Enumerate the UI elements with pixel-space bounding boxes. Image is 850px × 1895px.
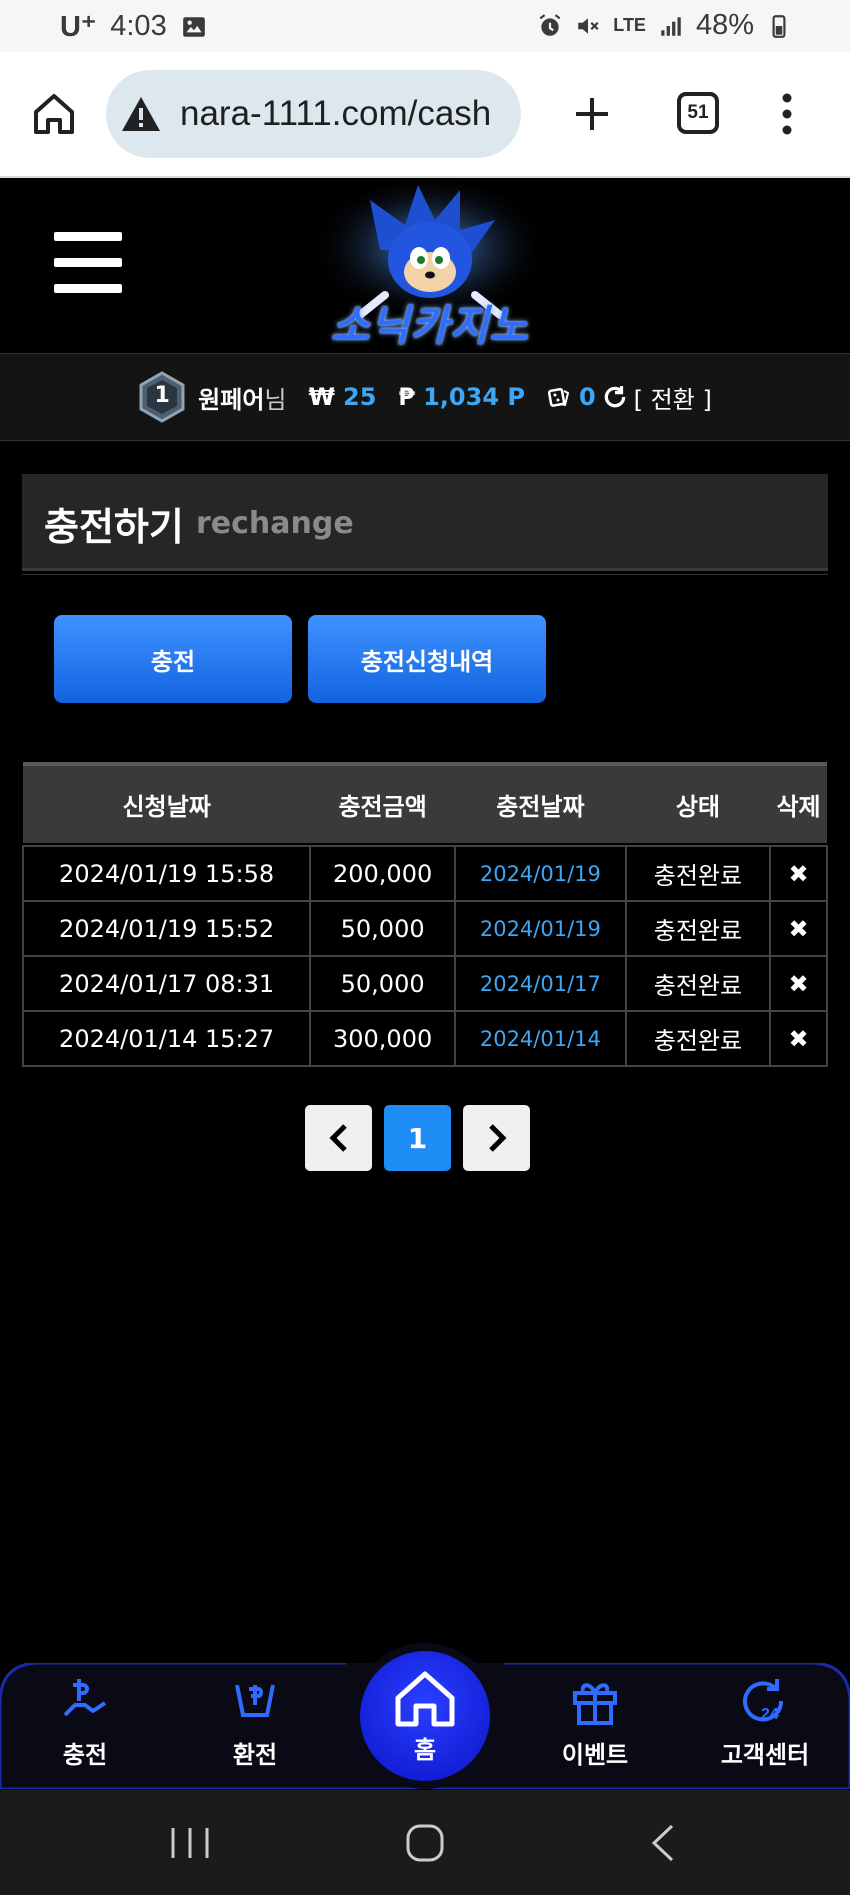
table-row: 2024/01/19 15:52 50,000 2024/01/19 충전완료 … xyxy=(21,900,828,957)
table-row: 2024/01/17 08:31 50,000 2024/01/17 충전완료 … xyxy=(21,955,828,1012)
divider xyxy=(22,574,828,575)
point-balance: 1,034 P xyxy=(423,383,525,411)
hand-coin-icon xyxy=(63,1679,107,1717)
address-bar[interactable]: nara-1111.com/cash xyxy=(106,70,521,158)
system-navigation-bar xyxy=(0,1790,850,1895)
charge-date-cell: 2024/01/17 xyxy=(454,955,627,1012)
prev-page-button[interactable] xyxy=(305,1105,372,1171)
site-header: 소닉카지노 xyxy=(0,178,850,354)
header-amount: 충전금액 xyxy=(310,762,455,843)
delete-icon[interactable]: ✖ xyxy=(769,955,828,1012)
carrier-label: U⁺ xyxy=(60,11,97,43)
amount-cell: 50,000 xyxy=(309,900,456,957)
site-logo[interactable]: 소닉카지노 xyxy=(300,180,560,350)
signal-icon xyxy=(661,16,681,36)
network-label: LTE xyxy=(613,15,646,35)
charge-date-cell: 2024/01/14 xyxy=(454,1010,627,1067)
level-badge: 1 xyxy=(138,371,186,423)
next-page-button[interactable] xyxy=(463,1105,530,1171)
hamburger-menu-icon[interactable] xyxy=(54,232,122,293)
header-charge-date: 충전날짜 xyxy=(455,762,626,843)
pagination: 1 xyxy=(305,1105,530,1171)
user-info-bar: 1 원페어 님 ₩ 25 ₱ 1,034 P 0 [ 전환 ] xyxy=(0,354,850,441)
request-date-cell: 2024/01/14 15:27 xyxy=(21,1010,312,1067)
gift-icon xyxy=(573,1683,617,1725)
nav-event[interactable]: 이벤트 xyxy=(535,1675,655,1770)
page-title: 충전하기 xyxy=(44,505,184,549)
bottom-navigation: 충전 환전 홈 이벤트 24 고객센터 xyxy=(0,1651,850,1789)
logo-text: 소닉카지노 xyxy=(330,301,530,350)
url-text[interactable]: nara-1111.com/cash xyxy=(180,94,491,134)
image-notification-icon xyxy=(182,16,205,37)
home-icon xyxy=(395,1671,455,1726)
battery-icon xyxy=(772,14,786,38)
request-date-cell: 2024/01/17 08:31 xyxy=(21,955,312,1012)
clock: 4:03 xyxy=(110,10,167,42)
point-icon: ₱ xyxy=(398,383,416,411)
header-request-date: 신청날짜 xyxy=(23,762,311,843)
username: 원페어 xyxy=(198,385,265,414)
page-subtitle: rechange xyxy=(196,506,354,541)
nav-home[interactable]: 홈 xyxy=(360,1651,490,1781)
new-tab-icon[interactable] xyxy=(572,94,612,134)
page-button-current[interactable]: 1 xyxy=(384,1105,451,1171)
nav-charge[interactable]: 충전 xyxy=(25,1675,145,1770)
delete-icon[interactable]: ✖ xyxy=(769,1010,828,1067)
chip-balance: 0 xyxy=(578,383,596,411)
dice-icon xyxy=(547,387,570,407)
header-status: 상태 xyxy=(625,762,771,843)
charge-button[interactable]: 충전 xyxy=(54,615,292,703)
charge-date-cell: 2024/01/19 xyxy=(454,900,627,957)
chevron-left-icon xyxy=(328,1124,347,1152)
browser-home-icon[interactable] xyxy=(30,90,78,138)
table-row: 2024/01/19 15:58 200,000 2024/01/19 충전완료… xyxy=(21,845,828,902)
section-header: 충전하기 rechange xyxy=(22,474,828,571)
24h-support-icon: 24 xyxy=(743,1679,784,1723)
status-cell: 충전완료 xyxy=(624,1010,772,1067)
username-suffix: 님 xyxy=(264,385,287,414)
svg-text:24: 24 xyxy=(761,1706,779,1723)
hands-money-icon xyxy=(235,1684,275,1717)
amount-cell: 200,000 xyxy=(309,845,456,902)
status-cell: 충전완료 xyxy=(624,955,772,1012)
won-icon: ₩ xyxy=(308,383,335,411)
header-delete: 삭제 xyxy=(770,762,827,843)
system-back-icon[interactable] xyxy=(640,1820,690,1866)
amount-cell: 50,000 xyxy=(309,955,456,1012)
tab-switcher-button[interactable]: 51 xyxy=(677,92,719,134)
delete-icon[interactable]: ✖ xyxy=(769,900,828,957)
amount-cell: 300,000 xyxy=(309,1010,456,1067)
convert-button[interactable]: [ 전환 ] xyxy=(634,380,712,415)
refresh-icon[interactable] xyxy=(602,384,628,410)
table-row: 2024/01/14 15:27 300,000 2024/01/14 충전완료… xyxy=(21,1010,828,1067)
won-balance: 25 xyxy=(343,383,377,411)
status-bar: U⁺ 4:03 LTE 48% xyxy=(0,0,850,52)
browser-menu-icon[interactable] xyxy=(775,92,799,136)
request-date-cell: 2024/01/19 15:52 xyxy=(21,900,312,957)
request-date-cell: 2024/01/19 15:58 xyxy=(21,845,312,902)
nav-support[interactable]: 24 고객센터 xyxy=(705,1675,825,1770)
charge-history-button[interactable]: 충전신청내역 xyxy=(308,615,546,703)
status-cell: 충전완료 xyxy=(624,845,772,902)
chevron-right-icon xyxy=(488,1124,507,1152)
battery-percent: 48% xyxy=(695,9,754,41)
system-home-icon[interactable] xyxy=(400,1820,450,1866)
nav-exchange[interactable]: 환전 xyxy=(195,1675,315,1770)
delete-icon[interactable]: ✖ xyxy=(769,845,828,902)
status-cell: 충전완료 xyxy=(624,900,772,957)
browser-toolbar: nara-1111.com/cash 51 xyxy=(0,52,850,178)
mute-icon xyxy=(578,17,599,34)
recent-apps-icon[interactable] xyxy=(165,1820,215,1866)
charge-history-table: 신청날짜 충전금액 충전날짜 상태 삭제 2024/01/19 15:58 20… xyxy=(21,762,828,1067)
table-header-row: 신청날짜 충전금액 충전날짜 상태 삭제 xyxy=(23,762,827,843)
charge-date-cell: 2024/01/19 xyxy=(454,845,627,902)
alarm-icon xyxy=(539,13,561,36)
not-secure-warning-icon[interactable] xyxy=(120,94,162,134)
